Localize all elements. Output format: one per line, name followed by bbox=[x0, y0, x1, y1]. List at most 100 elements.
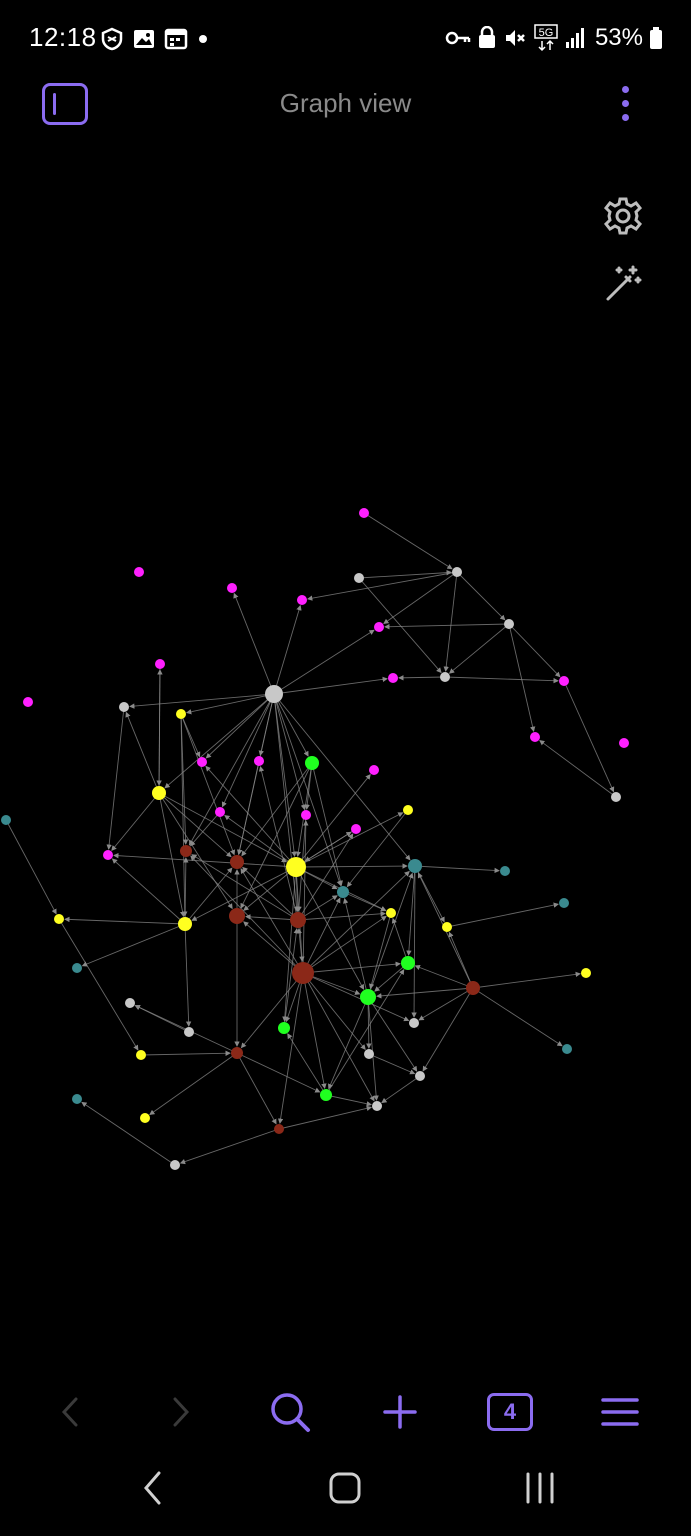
graph-node[interactable] bbox=[140, 1113, 150, 1123]
graph-node[interactable] bbox=[401, 956, 415, 970]
graph-node[interactable] bbox=[231, 1047, 243, 1059]
graph-edge bbox=[295, 863, 408, 869]
graph-node[interactable] bbox=[227, 583, 237, 593]
more-options-button[interactable] bbox=[610, 82, 642, 126]
graph-edge bbox=[158, 792, 288, 863]
graph-node[interactable] bbox=[297, 595, 307, 605]
menu-button[interactable] bbox=[590, 1380, 650, 1444]
graph-node[interactable] bbox=[369, 765, 379, 775]
graph-node[interactable] bbox=[581, 968, 591, 978]
graph-node[interactable] bbox=[360, 989, 376, 1005]
tabs-button[interactable]: 4 bbox=[480, 1380, 540, 1444]
chevron-left-icon bbox=[61, 1397, 78, 1427]
graph-node[interactable] bbox=[301, 810, 311, 820]
graph-edge bbox=[302, 961, 401, 974]
graph-node[interactable] bbox=[364, 1049, 374, 1059]
graph-node[interactable] bbox=[442, 922, 452, 932]
graph-node[interactable] bbox=[320, 1089, 332, 1101]
recents-icon bbox=[526, 1472, 554, 1504]
graph-nodes bbox=[1, 508, 629, 1170]
graph-node[interactable] bbox=[388, 673, 398, 683]
graph-node[interactable] bbox=[351, 824, 361, 834]
graph-node[interactable] bbox=[374, 622, 384, 632]
graph-edge bbox=[134, 1005, 190, 1033]
graph-node[interactable] bbox=[215, 807, 225, 817]
graph-edge bbox=[184, 923, 192, 1027]
graph-edge bbox=[422, 987, 474, 1072]
graph-node[interactable] bbox=[1, 815, 11, 825]
graph-node[interactable] bbox=[23, 697, 33, 707]
graph-node[interactable] bbox=[452, 567, 462, 577]
graph-node[interactable] bbox=[415, 1071, 425, 1081]
status-time: 12:18 bbox=[29, 22, 97, 52]
graph-node[interactable] bbox=[359, 508, 369, 518]
graph-node[interactable] bbox=[180, 845, 192, 857]
graph-node[interactable] bbox=[278, 1022, 290, 1034]
graph-node[interactable] bbox=[559, 676, 569, 686]
graph-node[interactable] bbox=[229, 908, 245, 924]
graph-node[interactable] bbox=[134, 567, 144, 577]
battery-icon bbox=[650, 27, 662, 49]
graph-node[interactable] bbox=[54, 914, 64, 924]
graph-node[interactable] bbox=[152, 786, 166, 800]
mute-icon bbox=[505, 30, 525, 46]
plus-icon bbox=[383, 1395, 417, 1429]
graph-node[interactable] bbox=[337, 886, 349, 898]
graph-node[interactable] bbox=[440, 672, 450, 682]
system-recents-button[interactable] bbox=[505, 1456, 575, 1520]
graph-node[interactable] bbox=[274, 1124, 284, 1134]
graph-node[interactable] bbox=[178, 917, 192, 931]
graph-edge bbox=[456, 571, 506, 621]
graph-node[interactable] bbox=[125, 998, 135, 1008]
graph-node[interactable] bbox=[559, 898, 569, 908]
back-button[interactable] bbox=[41, 1380, 101, 1444]
graph-node[interactable] bbox=[372, 1101, 382, 1111]
system-home-button[interactable] bbox=[310, 1456, 380, 1520]
graph-node[interactable] bbox=[611, 792, 621, 802]
graph-edge bbox=[302, 972, 327, 1090]
graph-node[interactable] bbox=[72, 963, 82, 973]
graph-node[interactable] bbox=[136, 1050, 146, 1060]
graph-node[interactable] bbox=[286, 857, 306, 877]
graph-node[interactable] bbox=[504, 619, 514, 629]
graph-node[interactable] bbox=[466, 981, 480, 995]
graph-node[interactable] bbox=[562, 1044, 572, 1054]
graph-node[interactable] bbox=[265, 685, 283, 703]
graph-node[interactable] bbox=[254, 756, 264, 766]
graph-canvas[interactable] bbox=[0, 140, 691, 1360]
graph-node[interactable] bbox=[500, 866, 510, 876]
graph-edge bbox=[273, 629, 375, 695]
graph-node[interactable] bbox=[403, 805, 413, 815]
graph-node[interactable] bbox=[619, 738, 629, 748]
graph-node[interactable] bbox=[176, 709, 186, 719]
graph-node[interactable] bbox=[197, 757, 207, 767]
graph-edge bbox=[129, 693, 275, 709]
graph-node[interactable] bbox=[103, 850, 113, 860]
search-button[interactable] bbox=[260, 1380, 320, 1444]
graph-edge bbox=[180, 713, 201, 758]
graph-node[interactable] bbox=[354, 573, 364, 583]
graph-edge bbox=[414, 865, 445, 923]
graph-edge bbox=[191, 854, 299, 921]
graph-node[interactable] bbox=[290, 912, 306, 928]
graph-node[interactable] bbox=[305, 756, 319, 770]
forward-button[interactable] bbox=[150, 1380, 210, 1444]
graph-edge bbox=[367, 996, 379, 1101]
graph-node[interactable] bbox=[292, 962, 314, 984]
new-note-button[interactable] bbox=[370, 1380, 430, 1444]
graph-node[interactable] bbox=[409, 1018, 419, 1028]
graph-node[interactable] bbox=[119, 702, 129, 712]
notification-icons bbox=[100, 26, 218, 52]
graph-node[interactable] bbox=[170, 1160, 180, 1170]
system-back-button[interactable] bbox=[118, 1456, 188, 1520]
graph-node[interactable] bbox=[72, 1094, 82, 1104]
graph-node[interactable] bbox=[155, 659, 165, 669]
graph-node[interactable] bbox=[386, 908, 396, 918]
back-arrow-icon bbox=[144, 1471, 161, 1505]
graph-edge bbox=[398, 675, 446, 681]
graph-node[interactable] bbox=[230, 855, 244, 869]
graph-node[interactable] bbox=[408, 859, 422, 873]
graph-edge bbox=[241, 762, 313, 857]
graph-node[interactable] bbox=[530, 732, 540, 742]
graph-node[interactable] bbox=[184, 1027, 194, 1037]
